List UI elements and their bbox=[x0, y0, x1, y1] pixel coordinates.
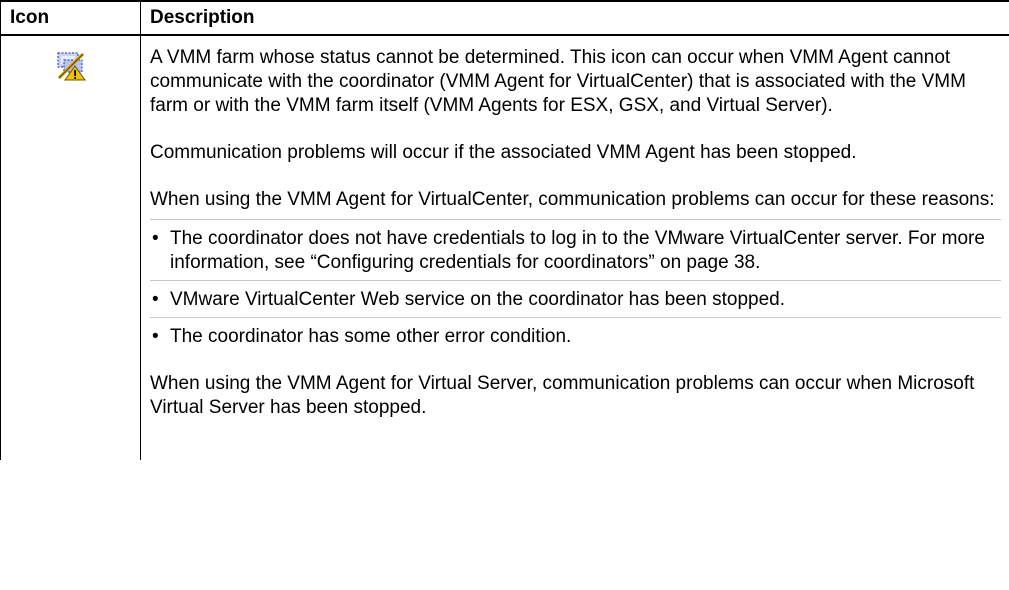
description-paragraph-1: A VMM farm whose status cannot be determ… bbox=[150, 47, 966, 116]
header-icon: Icon bbox=[0, 0, 141, 36]
header-description: Description bbox=[140, 0, 1009, 36]
description-cell: A VMM farm whose status cannot be determ… bbox=[141, 35, 1009, 460]
list-item: • The coordinator has some other error c… bbox=[150, 317, 1001, 349]
list-item: • The coordinator does not have credenti… bbox=[150, 219, 1001, 275]
table-header-row: Icon Description bbox=[0, 0, 1009, 36]
vmm-farm-unknown-status-icon bbox=[56, 50, 88, 82]
icon-description-table: Icon Description A VMM farm whose status… bbox=[0, 0, 1009, 460]
list-item-text: The coordinator does not have credential… bbox=[170, 228, 985, 273]
list-item-text: VMware VirtualCenter Web service on the … bbox=[170, 289, 786, 310]
description-paragraph-3: When using the VMM Agent for VirtualCent… bbox=[150, 189, 995, 210]
list-item: • VMware VirtualCenter Web service on th… bbox=[150, 280, 1001, 312]
list-item-text: The coordinator has some other error con… bbox=[170, 326, 572, 347]
description-paragraph-2: Communication problems will occur if the… bbox=[150, 142, 857, 163]
reasons-list: • The coordinator does not have credenti… bbox=[150, 219, 1001, 349]
bullet-mark: • bbox=[152, 326, 159, 347]
icon-cell bbox=[0, 35, 141, 460]
table-row: A VMM farm whose status cannot be determ… bbox=[0, 35, 1009, 460]
bullet-mark: • bbox=[152, 289, 159, 310]
bullet-mark: • bbox=[152, 228, 159, 249]
description-paragraph-4: When using the VMM Agent for Virtual Ser… bbox=[150, 373, 975, 418]
